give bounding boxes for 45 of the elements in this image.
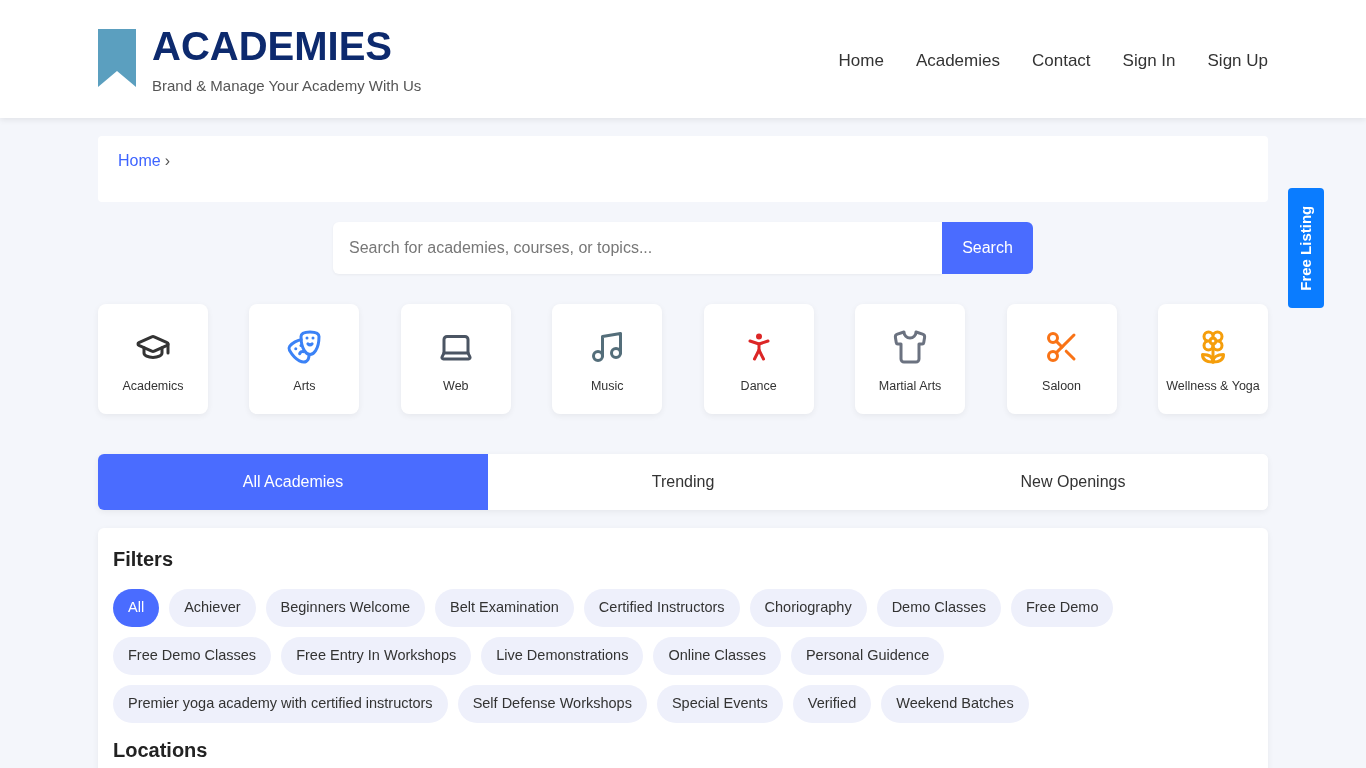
breadcrumb-separator: › bbox=[164, 151, 170, 171]
filter-chip[interactable]: Personal Guidence bbox=[790, 637, 945, 675]
nav-link[interactable]: Home bbox=[838, 48, 884, 74]
filter-chip[interactable]: Choriography bbox=[749, 589, 867, 627]
bookmark-logo-icon bbox=[98, 28, 136, 87]
locations-heading: Locations bbox=[113, 738, 209, 763]
nav-link[interactable]: Academies bbox=[915, 48, 1000, 74]
category-card[interactable]: Martial Arts bbox=[855, 304, 966, 414]
filter-chip[interactable]: Free Demo Classes bbox=[113, 637, 272, 675]
filter-chip[interactable]: Achiever bbox=[169, 589, 256, 627]
category-card[interactable]: Saloon bbox=[1006, 304, 1117, 414]
tab[interactable]: Trending bbox=[488, 454, 878, 510]
filter-chip[interactable]: Special Events bbox=[656, 685, 783, 723]
nav-link[interactable]: Sign Up bbox=[1207, 48, 1268, 74]
filter-chip[interactable]: Free Entry In Workshops bbox=[281, 637, 472, 675]
brand-tagline: Brand & Manage Your Academy With Us bbox=[152, 75, 422, 96]
category-card[interactable]: Dance bbox=[703, 304, 814, 414]
filters-heading: Filters bbox=[113, 547, 175, 572]
free-listing-tab[interactable]: Free Listing bbox=[1288, 188, 1324, 308]
filter-chip[interactable]: Free Demo bbox=[1010, 589, 1114, 627]
filter-chip[interactable]: Verified bbox=[792, 685, 872, 723]
category-card[interactable]: Wellness & Yoga bbox=[1157, 304, 1268, 414]
category-card[interactable]: Web bbox=[400, 304, 511, 414]
filter-chip[interactable]: Belt Examination bbox=[435, 589, 574, 627]
nav-link[interactable]: Sign In bbox=[1122, 48, 1176, 74]
filter-chip[interactable]: Premier yoga academy with certified instructors bbox=[113, 685, 448, 723]
category-card[interactable]: Arts bbox=[249, 304, 360, 414]
filter-chip[interactable]: Live Demonstrations bbox=[481, 637, 644, 675]
category-card[interactable]: Music bbox=[552, 304, 663, 414]
filter-chip[interactable]: Online Classes bbox=[653, 637, 781, 675]
tab[interactable]: All Academies bbox=[98, 454, 488, 510]
theater-masks-icon bbox=[286, 329, 323, 365]
filter-chip[interactable]: All bbox=[113, 589, 160, 627]
filter-chip[interactable]: Demo Classes bbox=[876, 589, 1001, 627]
filter-chip[interactable]: Weekend Batches bbox=[881, 685, 1029, 723]
nav-link[interactable]: Contact bbox=[1032, 48, 1091, 74]
search-field[interactable]: Search for academies, courses, or topics... bbox=[333, 222, 942, 274]
brand-title: ACADEMIES bbox=[152, 22, 394, 70]
filter-chip[interactable]: Certified Instructors bbox=[583, 589, 740, 627]
breadcrumb-link[interactable]: Home bbox=[118, 149, 161, 173]
filter-chip[interactable]: Self Defense Workshops bbox=[457, 685, 647, 723]
search-button[interactable]: Search bbox=[942, 222, 1033, 274]
filter-chip[interactable]: Beginners Welcome bbox=[265, 589, 426, 627]
tab[interactable]: New Openings bbox=[878, 454, 1268, 510]
category-card[interactable]: Academics bbox=[98, 304, 208, 414]
